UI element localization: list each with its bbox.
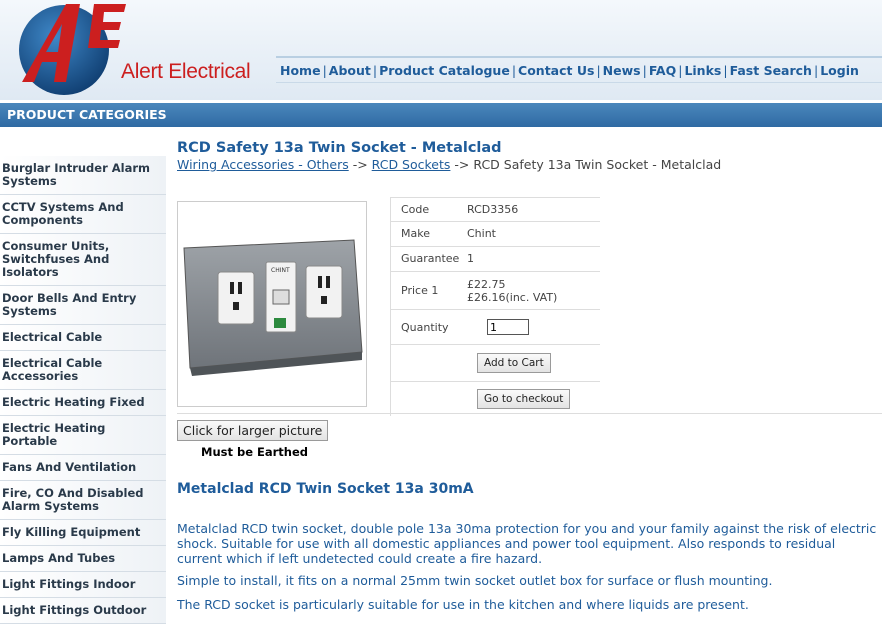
sidebar-item-fans-and-ventilation[interactable]: Fans And Ventilation (0, 455, 166, 481)
categories-bar: PRODUCT CATEGORIES (0, 103, 882, 127)
description-paragraph-1: Metalclad RCD twin socket, double pole 1… (177, 521, 877, 566)
sidebar-item-lamps-and-tubes[interactable]: Lamps And Tubes (0, 546, 166, 572)
nav-faq[interactable]: FAQ (649, 63, 676, 78)
detail-row-add-to-cart: Add to Cart (391, 345, 600, 382)
nav-contact-us[interactable]: Contact Us (518, 63, 594, 78)
sidebar-item-electric-heating-portable[interactable]: Electric Heating Portable (0, 416, 166, 455)
nav-product-catalogue[interactable]: Product Catalogue (379, 63, 510, 78)
breadcrumb-link-rcd-sockets[interactable]: RCD Sockets (372, 157, 451, 172)
guarantee-label: Guarantee (401, 252, 460, 265)
detail-row-code: Code RCD3356 (391, 198, 600, 222)
detail-row-price: Price 1 £22.75 £26.16(inc. VAT) (391, 272, 600, 310)
price-ex-vat: £22.75 (467, 277, 506, 291)
categories-title: PRODUCT CATEGORIES (7, 107, 167, 122)
nav-about[interactable]: About (329, 63, 371, 78)
breadcrumb-link-wiring-accessories[interactable]: Wiring Accessories - Others (177, 157, 349, 172)
detail-row-checkout: Go to checkout (391, 382, 600, 416)
make-label: Make (401, 227, 430, 240)
add-to-cart-button[interactable]: Add to Cart (477, 353, 551, 373)
nav-news[interactable]: News (603, 63, 641, 78)
sidebar-item-electrical-cable-accessories[interactable]: Electrical Cable Accessories (0, 351, 166, 390)
breadcrumb-current: RCD Safety 13a Twin Socket - Metalclad (473, 157, 722, 172)
product-image[interactable]: CHINT (177, 201, 367, 407)
image-brand-text: CHINT (271, 267, 290, 274)
price-inc-vat: £26.16(inc. VAT) (467, 290, 558, 304)
sidebar-item-light-fittings-outdoor[interactable]: Light Fittings Outdoor (0, 598, 166, 624)
brand-name: Alert Electrical (121, 60, 251, 83)
nav-links[interactable]: Links (684, 63, 721, 78)
description-paragraph-3: The RCD socket is particularly suitable … (177, 597, 749, 612)
earthed-note: Must be Earthed (201, 445, 309, 459)
rcd-socket-image: CHINT (183, 239, 363, 376)
site-header: AE Alert Electrical Home| About| Product… (0, 0, 882, 100)
detail-row-make: Make Chint (391, 222, 600, 247)
code-label: Code (401, 203, 430, 216)
sidebar-item-cctv-systems[interactable]: CCTV Systems And Components (0, 195, 166, 234)
nav-home[interactable]: Home (280, 63, 321, 78)
product-details-table: Code RCD3356 Make Chint Guarantee 1 Pric… (390, 197, 600, 416)
price-label: Price 1 (401, 284, 439, 297)
nav-fast-search[interactable]: Fast Search (730, 63, 812, 78)
nav-login[interactable]: Login (820, 63, 859, 78)
category-sidebar: Burglar Intruder Alarm Systems CCTV Syst… (0, 156, 166, 624)
site-logo[interactable]: AE Alert Electrical (8, 2, 268, 98)
sidebar-item-light-fittings-indoor[interactable]: Light Fittings Indoor (0, 572, 166, 598)
detail-row-quantity: Quantity (391, 310, 600, 345)
guarantee-value: 1 (467, 252, 474, 265)
sidebar-item-fire-co-alarm-systems[interactable]: Fire, CO And Disabled Alarm Systems (0, 481, 166, 520)
product-title: RCD Safety 13a Twin Socket - Metalclad (177, 140, 502, 156)
sidebar-item-consumer-units[interactable]: Consumer Units, Switchfuses And Isolator… (0, 234, 166, 286)
product-content: RCD Safety 13a Twin Socket - Metalclad W… (177, 140, 882, 612)
divider (177, 413, 882, 414)
code-value: RCD3356 (467, 203, 519, 216)
sidebar-item-electrical-cable[interactable]: Electrical Cable (0, 325, 166, 351)
sidebar-item-fly-killing-equipment[interactable]: Fly Killing Equipment (0, 520, 166, 546)
make-value: Chint (467, 227, 496, 240)
sidebar-item-burglar-intruder-alarm-systems[interactable]: Burglar Intruder Alarm Systems (0, 156, 166, 195)
larger-picture-button[interactable]: Click for larger picture (177, 420, 329, 441)
description-heading: Metalclad RCD Twin Socket 13a 30mA (177, 481, 474, 497)
sidebar-item-electric-heating-fixed[interactable]: Electric Heating Fixed (0, 390, 166, 416)
detail-row-guarantee: Guarantee 1 (391, 247, 600, 272)
sidebar-item-door-bells[interactable]: Door Bells And Entry Systems (0, 286, 166, 325)
breadcrumb: Wiring Accessories - Others -> RCD Socke… (177, 157, 882, 172)
breadcrumb-separator: -> (454, 157, 470, 172)
quantity-input[interactable] (487, 319, 529, 335)
description-paragraph-2: Simple to install, it fits on a normal 2… (177, 573, 773, 588)
checkout-button[interactable]: Go to checkout (477, 389, 571, 409)
quantity-label: Quantity (401, 320, 449, 334)
top-nav: Home | About | Product Catalogue | Contact … (276, 56, 882, 83)
breadcrumb-separator: -> (352, 157, 368, 172)
